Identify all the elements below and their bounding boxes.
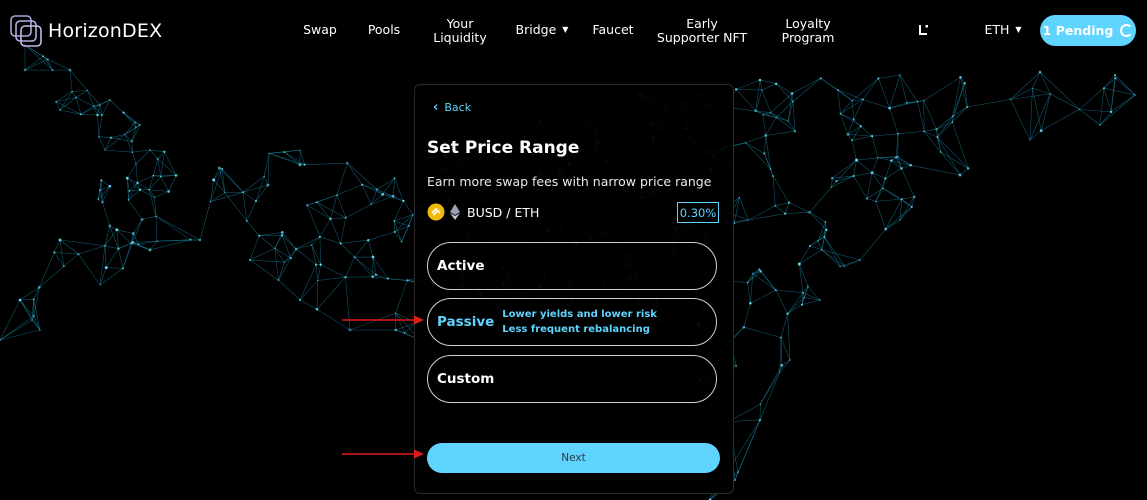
pending-label: 1 Pending [1042,23,1114,38]
nav-your-liquidity[interactable]: Your Liquidity [426,16,494,46]
top-navigation-bar: HorizonDEX Swap Pools Your Liquidity Bri… [0,0,1147,62]
spinner-icon [1120,24,1134,37]
annotation-arrow-next [342,449,424,459]
option-active[interactable]: Active [427,242,717,290]
annotation-arrow-passive [342,315,424,325]
page-subtitle: Earn more swap fees with narrow price ra… [427,174,712,189]
next-button[interactable]: Next [427,443,720,473]
nav-early-supporter-nft-line2: Supporter NFT [656,30,748,45]
busd-token-icon [427,203,445,221]
option-custom-label: Custom [437,371,495,387]
nav-loyalty-program-line2: Program [781,30,835,45]
logo[interactable]: HorizonDEX [10,15,162,47]
option-passive-desc-line2: Less frequent rebalancing [502,324,650,335]
option-custom[interactable]: Custom [427,355,717,403]
nav-pools-label: Pools [367,22,401,37]
nav-early-supporter-nft-line1: Early [686,16,718,31]
nav-bridge-label: Bridge [515,22,557,37]
pending-transactions-button[interactable]: 1 Pending [1040,15,1136,46]
nav-faucet-label: Faucet [592,22,634,37]
nav-loyalty-program[interactable]: Loyalty Program [776,16,840,46]
horizondex-logo-icon [10,15,42,47]
caret-down-icon: ▼ [1015,25,1022,34]
page-title: Set Price Range [427,138,580,158]
nav-early-supporter-nft[interactable]: Early Supporter NFT [656,16,748,46]
fee-tier-badge: 0.30% [677,202,719,223]
option-passive-label: Passive [437,314,495,330]
token-pair: BUSD / ETH [427,203,539,221]
nav-loyalty-program-line1: Loyalty [785,16,831,31]
nav-swap[interactable]: Swap [296,16,344,44]
caret-down-icon: ▼ [562,25,569,34]
pair-label: BUSD / ETH [467,204,540,220]
linea-network-icon[interactable] [916,22,932,38]
option-active-label: Active [437,258,485,274]
network-selector-label: ETH [984,22,1010,37]
option-passive-description: Lower yields and lower risk Less frequen… [502,307,657,337]
back-button[interactable]: ‹ Back [433,100,471,115]
nav-your-liquidity-line1: Your [446,16,474,31]
nav-swap-label: Swap [303,22,337,37]
nav-bridge[interactable]: Bridge ▼ [512,16,572,44]
nav-pools[interactable]: Pools [360,16,408,44]
network-selector[interactable]: ETH ▼ [978,16,1028,44]
nav-your-liquidity-line2: Liquidity [433,30,487,45]
option-passive[interactable]: Passive Lower yields and lower risk Less… [427,298,717,346]
option-passive-desc-line1: Lower yields and lower risk [502,309,657,320]
eth-token-icon [450,204,460,220]
app-name: HorizonDEX [48,20,163,42]
chevron-left-icon: ‹ [433,100,439,115]
nav-faucet[interactable]: Faucet [588,16,638,44]
back-label: Back [444,101,472,114]
price-range-card: ‹ Back Set Price Range Earn more swap fe… [414,84,734,494]
